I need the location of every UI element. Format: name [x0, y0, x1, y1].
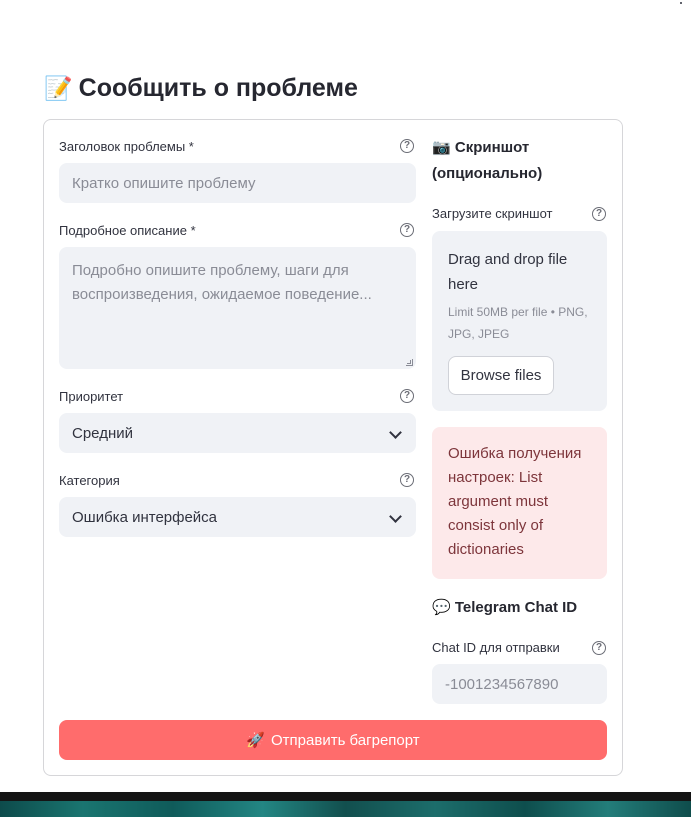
chat-id-help-icon[interactable]: ? — [592, 641, 606, 655]
decorative-dot — [680, 2, 682, 4]
issue-title-label: Заголовок проблемы * — [59, 139, 194, 154]
submit-label: Отправить багрепорт — [271, 731, 420, 749]
priority-label: Приоритет — [59, 389, 124, 404]
chevron-down-icon — [389, 510, 402, 523]
dropzone-text: Drag and drop file here — [448, 251, 568, 293]
browse-files-button[interactable]: Browse files — [448, 356, 554, 395]
telegram-heading: 💬 Telegram Chat ID — [432, 595, 607, 621]
page-title: 📝 Сообщить о проблеме — [44, 70, 358, 106]
screenshot-upload-label: Загрузите скриншот — [432, 206, 553, 221]
telegram-heading-text: Telegram Chat ID — [454, 599, 578, 616]
category-value: Ошибка интерфейса — [72, 508, 218, 526]
submit-bug-report-button[interactable]: 🚀 Отправить багрепорт — [59, 720, 607, 760]
background-texture — [0, 801, 691, 817]
chevron-down-icon — [389, 426, 402, 439]
issue-title-input[interactable]: Кратко опишите проблему — [59, 163, 416, 203]
issue-title-help-icon[interactable]: ? — [400, 139, 414, 153]
file-dropzone[interactable]: Drag and drop file here Limit 50MB per f… — [432, 231, 607, 411]
rocket-icon: 🚀 — [246, 732, 266, 749]
camera-icon: 📷 — [432, 139, 451, 156]
chat-id-input[interactable]: -1001234567890 — [432, 664, 607, 704]
chat-id-label: Chat ID для отправки — [432, 640, 560, 655]
description-label: Подробное описание * — [59, 223, 196, 238]
priority-value: Средний — [72, 424, 133, 442]
resize-handle[interactable] — [406, 359, 413, 366]
error-alert: Ошибка получения настроек: List argument… — [432, 427, 607, 579]
category-label: Категория — [59, 473, 120, 488]
speech-bubble-icon: 💬 — [432, 599, 451, 616]
description-help-icon[interactable]: ? — [400, 223, 414, 237]
description-placeholder: Подробно опишите проблему, шаги для восп… — [72, 262, 372, 303]
error-message: Ошибка получения настроек: List argument… — [448, 445, 582, 558]
screenshot-help-icon[interactable]: ? — [592, 207, 606, 221]
screenshot-heading: 📷 Скриншот (опционально) — [432, 135, 602, 187]
issue-title-placeholder: Кратко опишите проблему — [72, 174, 256, 192]
dropzone-limit-text: Limit 50MB per file • PNG, JPG, JPEG — [448, 305, 588, 341]
priority-help-icon[interactable]: ? — [400, 389, 414, 403]
description-textarea[interactable]: Подробно опишите проблему, шаги для восп… — [59, 247, 416, 369]
background-image-strip — [0, 792, 691, 817]
page-title-text: Сообщить о проблеме — [78, 73, 358, 102]
chat-id-placeholder: -1001234567890 — [445, 675, 559, 693]
priority-select[interactable]: Средний — [59, 413, 416, 453]
category-select[interactable]: Ошибка интерфейса — [59, 497, 416, 537]
memo-icon: 📝 — [44, 74, 73, 101]
category-help-icon[interactable]: ? — [400, 473, 414, 487]
